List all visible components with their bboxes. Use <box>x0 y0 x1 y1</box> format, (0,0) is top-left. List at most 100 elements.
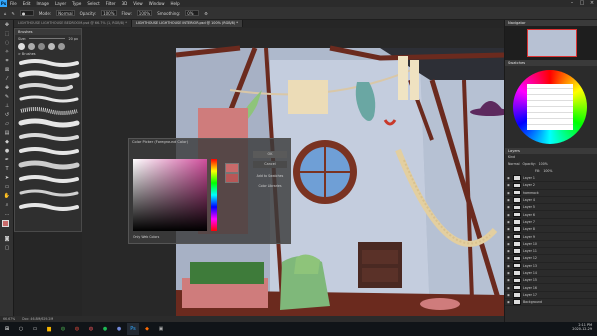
color-swatches[interactable] <box>0 220 13 234</box>
eye-icon[interactable]: ◉ <box>507 249 511 253</box>
app-icon[interactable]: ● <box>99 323 111 335</box>
layer-row[interactable]: ◉ Layer 1 <box>505 175 597 183</box>
layer-row[interactable]: ◉ Layer 8 <box>505 226 597 234</box>
eye-icon[interactable]: ◉ <box>507 198 511 202</box>
color-wheel-panel[interactable] <box>505 66 597 148</box>
smoothing-field[interactable]: 0% <box>185 10 200 16</box>
tab-bedroom[interactable]: LIGHTHOUSE LIGHTHOUSE BEDROOM.psd @ 66.7… <box>14 20 133 27</box>
eraser-icon[interactable]: ▱ <box>2 120 12 128</box>
brush-size-slider[interactable] <box>29 38 66 39</box>
mode-select[interactable]: Normal <box>56 10 75 16</box>
app-icon[interactable]: ● <box>113 323 125 335</box>
shape-tool-icon[interactable]: ▭ <box>2 183 12 191</box>
menu-type[interactable]: Type <box>69 1 84 6</box>
move-tool-icon[interactable]: ✥ <box>2 21 12 29</box>
task-view-icon[interactable]: ▭ <box>29 323 41 335</box>
menu-help[interactable]: Help <box>167 1 182 6</box>
layer-row[interactable]: ◉ Layer 12 <box>505 255 597 263</box>
blend-mode-select[interactable]: Normal <box>508 161 520 168</box>
layer-row[interactable]: ◉ Layer 15 <box>505 277 597 285</box>
brush-tool-icon-left[interactable]: ✎ <box>2 93 12 101</box>
eye-icon[interactable]: ◉ <box>507 176 511 180</box>
eye-icon[interactable]: ◉ <box>507 205 511 209</box>
eyedropper-icon[interactable]: ⁄ <box>2 75 12 83</box>
menu-edit[interactable]: Edit <box>20 1 34 6</box>
brush-preset[interactable] <box>48 43 55 50</box>
menu-file[interactable]: File <box>7 1 20 6</box>
path-select-icon[interactable]: ➤ <box>2 174 12 182</box>
photoshop-taskbar-icon[interactable]: Ps <box>127 323 139 335</box>
menu-3d[interactable]: 3D <box>119 1 131 6</box>
type-tool-icon[interactable]: T <box>2 165 12 173</box>
eye-icon[interactable]: ◉ <box>507 286 511 290</box>
foreground-color-swatch[interactable] <box>2 220 9 227</box>
start-icon[interactable]: ⊞ <box>1 323 13 335</box>
layer-row[interactable]: ◉ Layer 6 <box>505 211 597 219</box>
close-icon[interactable]: × <box>587 0 597 7</box>
more-tools-icon[interactable]: … <box>2 210 12 218</box>
clone-stamp-icon[interactable]: ⊥ <box>2 102 12 110</box>
eye-icon[interactable]: ◉ <box>507 293 511 297</box>
flow-field[interactable]: 100% <box>136 10 153 16</box>
maximize-icon[interactable]: □ <box>577 0 587 7</box>
eye-icon[interactable]: ◉ <box>507 227 511 231</box>
eye-icon[interactable]: ◉ <box>507 235 511 239</box>
quick-mask-icon[interactable]: ◙ <box>2 235 12 243</box>
layer-row[interactable]: ◉ Layer 4 <box>505 197 597 205</box>
blur-icon[interactable]: ◆ <box>2 138 12 146</box>
file-explorer-icon[interactable]: ▆ <box>43 323 55 335</box>
eye-icon[interactable]: ◉ <box>507 183 511 187</box>
layer-row[interactable]: ◉ Layer 17 <box>505 292 597 300</box>
layer-row[interactable]: ◉ Layer 7 <box>505 219 597 227</box>
layer-row[interactable]: ◉ Layer 13 <box>505 262 597 270</box>
app-icon[interactable]: ◍ <box>71 323 83 335</box>
settings-gear-icon[interactable]: ⚙ <box>204 11 208 16</box>
brush-size-value[interactable]: 20 px <box>68 37 78 41</box>
eye-icon[interactable]: ◉ <box>507 213 511 217</box>
navigator-preview[interactable] <box>505 26 597 60</box>
menu-window[interactable]: Window <box>146 1 168 6</box>
layer-row[interactable]: ◉ Background <box>505 299 597 307</box>
search-icon[interactable]: ○ <box>15 323 27 335</box>
color-libraries-button[interactable]: Color Libraries <box>253 183 287 190</box>
eye-icon[interactable]: ◉ <box>507 264 511 268</box>
hue-slider[interactable] <box>211 159 217 231</box>
brush-preset[interactable] <box>38 43 45 50</box>
layer-row[interactable]: ◉ Layer 10 <box>505 241 597 248</box>
minimize-icon[interactable]: – <box>567 0 577 7</box>
layer-row[interactable]: ◉ Layer 16 <box>505 284 597 292</box>
opacity-field[interactable]: 100% <box>101 10 117 16</box>
brush-preset[interactable] <box>18 43 25 50</box>
layer-row[interactable]: ◉ Layer 11 <box>505 248 597 256</box>
eye-icon[interactable]: ◉ <box>507 300 511 304</box>
swatch-grid[interactable] <box>527 84 573 130</box>
app-icon[interactable]: ▣ <box>155 323 167 335</box>
frame-tool-icon[interactable]: ⊠ <box>2 66 12 74</box>
brush-strokes-list[interactable] <box>15 57 83 217</box>
layer-row[interactable]: ◉ Layer 2 <box>505 182 597 190</box>
layer-row[interactable]: ◉ hammock <box>505 189 597 197</box>
eye-icon[interactable]: ◉ <box>507 278 511 282</box>
only-web-colors-checkbox[interactable]: Only Web Colors <box>133 235 159 239</box>
brush-preset[interactable] <box>28 43 35 50</box>
pen-tool-icon[interactable]: ✒ <box>2 156 12 164</box>
eye-icon[interactable]: ◉ <box>507 271 511 275</box>
dodge-icon[interactable]: ● <box>2 147 12 155</box>
layer-row[interactable]: ◉ Layer 5 <box>505 204 597 212</box>
navigator-view-box[interactable] <box>527 29 577 57</box>
marquee-tool-icon[interactable]: ⬚ <box>2 30 12 38</box>
layer-row[interactable]: ◉ Layer 9 <box>505 233 597 241</box>
cancel-button[interactable]: Cancel <box>253 161 287 168</box>
menu-layer[interactable]: Layer <box>52 1 69 6</box>
eye-icon[interactable]: ◉ <box>507 256 511 260</box>
brush-size-picker[interactable]: ● <box>19 10 34 16</box>
healing-brush-icon[interactable]: ✚ <box>2 84 12 92</box>
zoom-tool-icon[interactable]: ⌕ <box>2 201 12 209</box>
brush-preset[interactable] <box>58 43 65 50</box>
menu-image[interactable]: Image <box>33 1 52 6</box>
history-brush-icon[interactable]: ↺ <box>2 111 12 119</box>
menu-view[interactable]: View <box>130 1 146 6</box>
hand-tool-icon[interactable]: ✋ <box>2 192 12 200</box>
layer-opacity-field[interactable]: 100% <box>539 161 548 168</box>
lasso-tool-icon[interactable]: ◌ <box>2 39 12 47</box>
